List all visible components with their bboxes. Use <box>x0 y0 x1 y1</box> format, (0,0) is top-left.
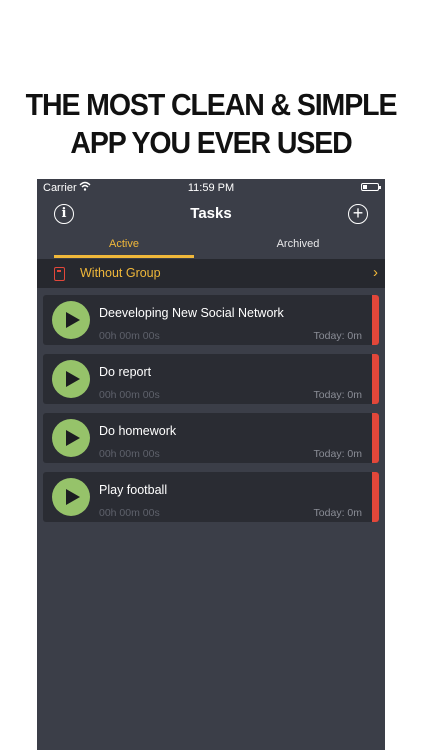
battery-icon <box>361 183 381 191</box>
nav-bar: i Tasks + <box>37 197 385 233</box>
task-timer: 00h 00m 00s <box>99 507 160 519</box>
task-name: Do report <box>99 365 152 379</box>
status-bar: Carrier 11:59 PM <box>37 179 385 197</box>
play-button[interactable] <box>52 419 90 457</box>
task-row[interactable]: Deeveloping New Social Network 00h 00m 0… <box>43 295 379 345</box>
task-today: Today: 0m <box>313 389 362 401</box>
group-label: Without Group <box>80 266 161 280</box>
task-today: Today: 0m <box>313 330 362 342</box>
page-title: Tasks <box>190 205 232 222</box>
task-timer: 00h 00m 00s <box>99 330 160 342</box>
task-row[interactable]: Do homework 00h 00m 00s Today: 0m <box>43 413 379 463</box>
task-today: Today: 0m <box>313 448 362 460</box>
add-task-button[interactable]: + <box>348 204 368 224</box>
status-time: 11:59 PM <box>187 182 235 194</box>
headline-line-2: APP YOU EVER USED <box>70 125 352 160</box>
chevron-right-icon: › <box>373 264 378 281</box>
task-color-stripe <box>372 472 379 522</box>
play-button[interactable] <box>52 301 90 339</box>
task-name: Play football <box>99 483 168 497</box>
task-timer: 00h 00m 00s <box>99 389 160 401</box>
task-row[interactable]: Play football 00h 00m 00s Today: 0m <box>43 472 379 522</box>
tab-bar: Active Archived <box>37 233 385 258</box>
task-today: Today: 0m <box>313 507 362 519</box>
task-color-stripe <box>372 413 379 463</box>
group-row-without-group[interactable]: Without Group › <box>37 259 385 288</box>
task-name: Do homework <box>99 424 177 438</box>
tab-active[interactable]: Active <box>54 238 194 250</box>
task-color-stripe <box>372 354 379 404</box>
headline-line-1: THE MOST CLEAN & SIMPLE <box>25 87 398 122</box>
play-button[interactable] <box>52 360 90 398</box>
promo-headline: THE MOST CLEAN & SIMPLE APP YOU EVER USE… <box>17 86 405 162</box>
task-row[interactable]: Do report 00h 00m 00s Today: 0m <box>43 354 379 404</box>
book-icon <box>54 267 65 281</box>
task-name: Deeveloping New Social Network <box>99 306 284 320</box>
phone-screen: Carrier 11:59 PM i Tasks + Active Archiv… <box>37 179 385 750</box>
play-button[interactable] <box>52 478 90 516</box>
task-timer: 00h 00m 00s <box>99 448 160 460</box>
tab-archived[interactable]: Archived <box>228 238 368 250</box>
active-tab-indicator <box>54 255 194 258</box>
task-color-stripe <box>372 295 379 345</box>
